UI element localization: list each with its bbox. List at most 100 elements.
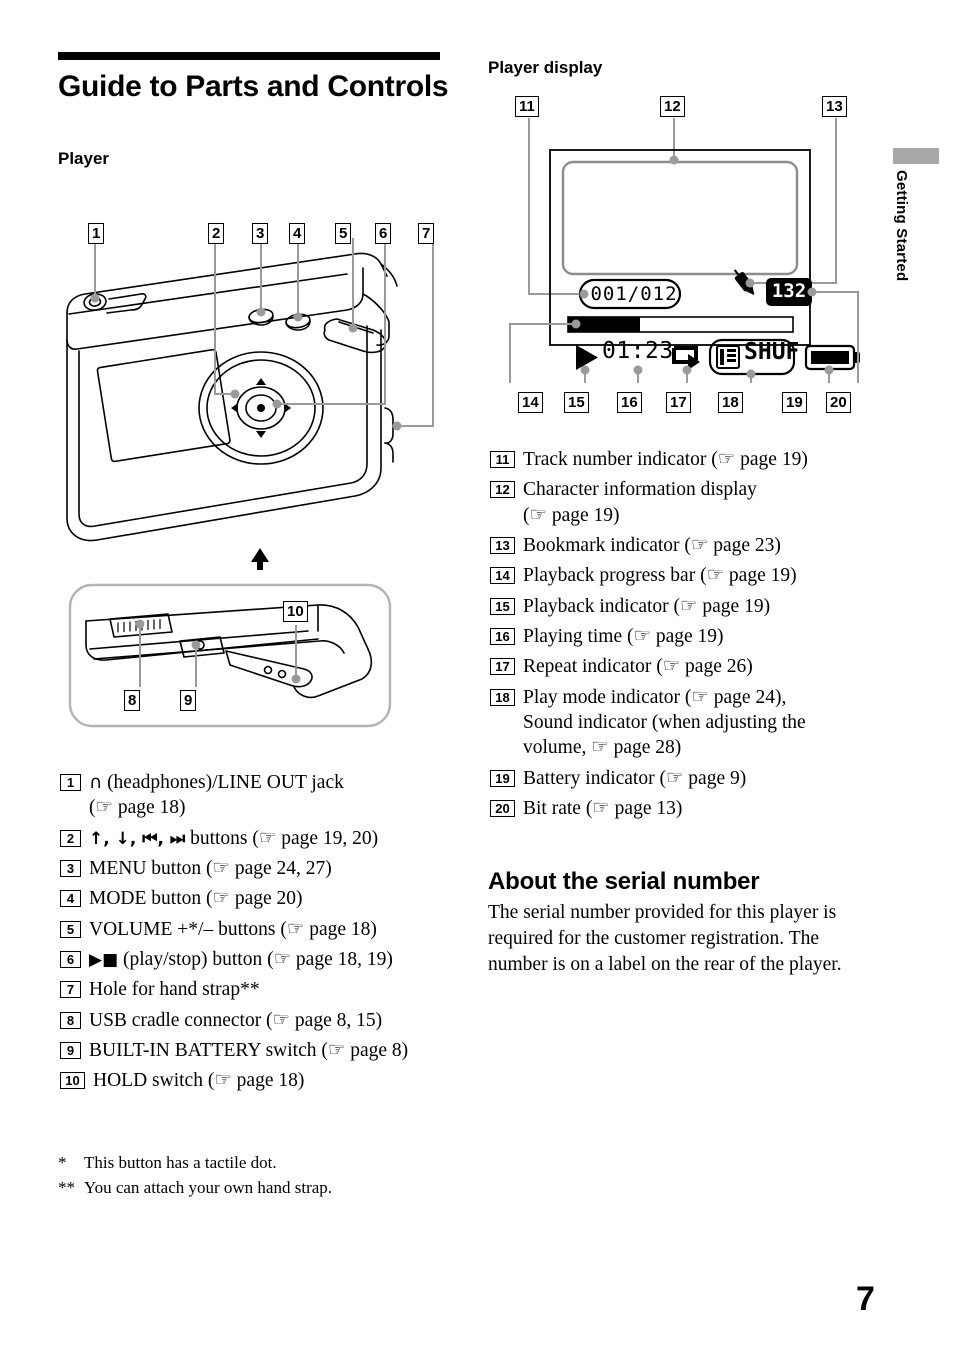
figure-callout-11: 11 — [515, 96, 539, 117]
footnote-text: You can attach your own hand strap. — [84, 1177, 333, 1197]
track-number-indicator: 001/012 — [590, 283, 678, 305]
item-label: MODE button (☞ page 20) — [89, 888, 303, 910]
figure-callout-12: 12 — [660, 96, 685, 117]
item-number: 5 — [60, 920, 81, 938]
list-item: 2 ↑, ↓, ⏮, ⏭ buttons (☞ page 19, 20) — [60, 826, 455, 851]
item-number: 2 — [60, 829, 81, 847]
item-label: BUILT-IN BATTERY switch (☞ page 8) — [89, 1040, 409, 1062]
figure-callout-2: 2 — [208, 223, 225, 244]
footnote-row: ** You can attach your own hand strap. — [58, 1176, 458, 1201]
item-ref: (☞ page 18) — [89, 797, 186, 819]
item-number: 8 — [60, 1011, 81, 1029]
list-item: 6 ▶■ (play/stop) button (☞ page 18, 19) — [60, 947, 455, 972]
figure-callout-1: 1 — [88, 223, 105, 244]
section-heading-player: Player — [58, 148, 110, 168]
list-item: 16 Playing time (☞ page 19) — [490, 624, 880, 649]
item-text: ↑, ↓, ⏮, ⏭ buttons (☞ page 19, 20) — [89, 826, 455, 851]
serial-number-section: About the serial number The serial numbe… — [488, 868, 880, 978]
bit-rate-indicator: 132 — [771, 280, 807, 302]
list-item: 10 HOLD switch (☞ page 18) — [60, 1068, 455, 1093]
item-label: (play/stop) button (☞ page 18, 19) — [118, 949, 393, 971]
list-item: 14 Playback progress bar (☞ page 19) — [490, 563, 880, 588]
item-label: HOLD switch (☞ page 18) — [93, 1070, 305, 1092]
footnote-mark: * — [58, 1153, 67, 1172]
figure-callout-20: 20 — [826, 392, 851, 413]
figure-callout-17: 17 — [666, 392, 691, 413]
list-item: 3 MENU button (☞ page 24, 27) — [60, 856, 455, 881]
serial-heading: About the serial number — [488, 868, 760, 895]
item-label: Character information display — [523, 479, 757, 501]
item-number: 13 — [490, 537, 515, 555]
item-text: ▶■ (play/stop) button (☞ page 18, 19) — [89, 947, 455, 972]
figure-callout-19: 19 — [782, 392, 807, 413]
page-number: 7 — [856, 1280, 875, 1318]
footnotes: * This button has a tactile dot. ** You … — [58, 1151, 458, 1200]
footnote-row: * This button has a tactile dot. — [58, 1151, 458, 1176]
item-number: 20 — [490, 800, 515, 818]
item-label: Repeat indicator (☞ page 26) — [523, 656, 753, 678]
list-item: 8 USB cradle connector (☞ page 8, 15) — [60, 1008, 455, 1033]
item-number: 11 — [490, 451, 515, 468]
item-number: 6 — [60, 951, 81, 969]
side-tab-label: Getting Started — [893, 170, 910, 282]
item-text: ∩ (headphones)/LINE OUT jack (☞ page 18) — [89, 770, 455, 821]
item-text: Play mode indicator (☞ page 24), Sound i… — [523, 685, 880, 761]
figure-callout-5: 5 — [335, 223, 352, 244]
item-label: Playing time (☞ page 19) — [523, 626, 724, 648]
item-label: USB cradle connector (☞ page 8, 15) — [89, 1009, 383, 1031]
figure-callout-3: 3 — [252, 223, 269, 244]
item-number: 15 — [490, 597, 515, 615]
transport-buttons-icon: ↑, ↓, ⏮, ⏭ — [89, 828, 186, 849]
list-item: 9 BUILT-IN BATTERY switch (☞ page 8) — [60, 1038, 455, 1063]
item-number: 17 — [490, 658, 515, 676]
item-label: MENU button (☞ page 24, 27) — [89, 858, 332, 880]
item-number: 18 — [490, 688, 515, 706]
display-parts-list: 11 Track number indicator (☞ page 19) 12… — [490, 447, 880, 826]
playing-time-indicator: 01:23 — [602, 338, 674, 364]
figure-callout-16: 16 — [617, 392, 642, 413]
player-display-figure — [488, 118, 878, 383]
figure-callout-15: 15 — [564, 392, 589, 413]
item-number: 4 — [60, 890, 81, 908]
item-label: Battery indicator (☞ page 9) — [523, 767, 747, 789]
player-parts-list: 1 ∩ (headphones)/LINE OUT jack (☞ page 1… — [60, 770, 455, 1099]
item-ref: (☞ page 19) — [523, 504, 620, 526]
item-label: Play mode indicator (☞ page 24), — [523, 686, 787, 708]
list-item: 5 VOLUME +*/– buttons (☞ page 18) — [60, 917, 455, 942]
item-number: 19 — [490, 769, 515, 787]
item-number: 3 — [60, 860, 81, 878]
figure-callout-13: 13 — [822, 96, 847, 117]
figure-callout-14: 14 — [518, 392, 543, 413]
list-item: 17 Repeat indicator (☞ page 26) — [490, 654, 880, 679]
figure-callout-18: 18 — [718, 392, 743, 413]
item-number: 1 — [60, 774, 81, 791]
list-item: 20 Bit rate (☞ page 13) — [490, 796, 880, 821]
section-heading-player-display: Player display — [488, 58, 603, 77]
page-title: Guide to Parts and Controls — [58, 70, 449, 103]
headphones-icon: ∩ — [89, 772, 103, 793]
footnote-text: This button has a tactile dot. — [84, 1153, 277, 1172]
item-label: Playback progress bar (☞ page 19) — [523, 565, 797, 587]
footnote-mark: ** — [58, 1177, 75, 1197]
left-column: Guide to Parts and Controls Player — [58, 52, 453, 169]
item-number: 10 — [60, 1072, 85, 1090]
player-illustration — [55, 218, 455, 570]
item-number: 9 — [60, 1042, 81, 1060]
item-number: 16 — [490, 628, 515, 646]
item-label-2: Sound indicator (when adjusting the — [523, 712, 806, 734]
list-item: 18 Play mode indicator (☞ page 24), Soun… — [490, 685, 880, 761]
list-item: 7 Hole for hand strap** — [60, 977, 455, 1002]
play-mode-indicator-label: SHUF — [744, 339, 800, 365]
list-item: 12 Character information display (☞ page… — [490, 477, 880, 528]
item-label: Track number indicator (☞ page 19) — [523, 449, 808, 470]
figure-callout-8: 8 — [124, 690, 141, 711]
figure-callout-7: 7 — [418, 223, 435, 244]
title-rule — [58, 52, 440, 60]
item-number: 14 — [490, 567, 515, 585]
serial-body: The serial number provided for this play… — [488, 902, 842, 975]
list-item: 1 ∩ (headphones)/LINE OUT jack (☞ page 1… — [60, 770, 455, 821]
side-tab-marker — [893, 148, 939, 164]
item-label-3: volume, ☞ page 28) — [523, 737, 682, 759]
item-label: Playback indicator (☞ page 19) — [523, 595, 771, 617]
item-label: Hole for hand strap** — [89, 979, 260, 1001]
